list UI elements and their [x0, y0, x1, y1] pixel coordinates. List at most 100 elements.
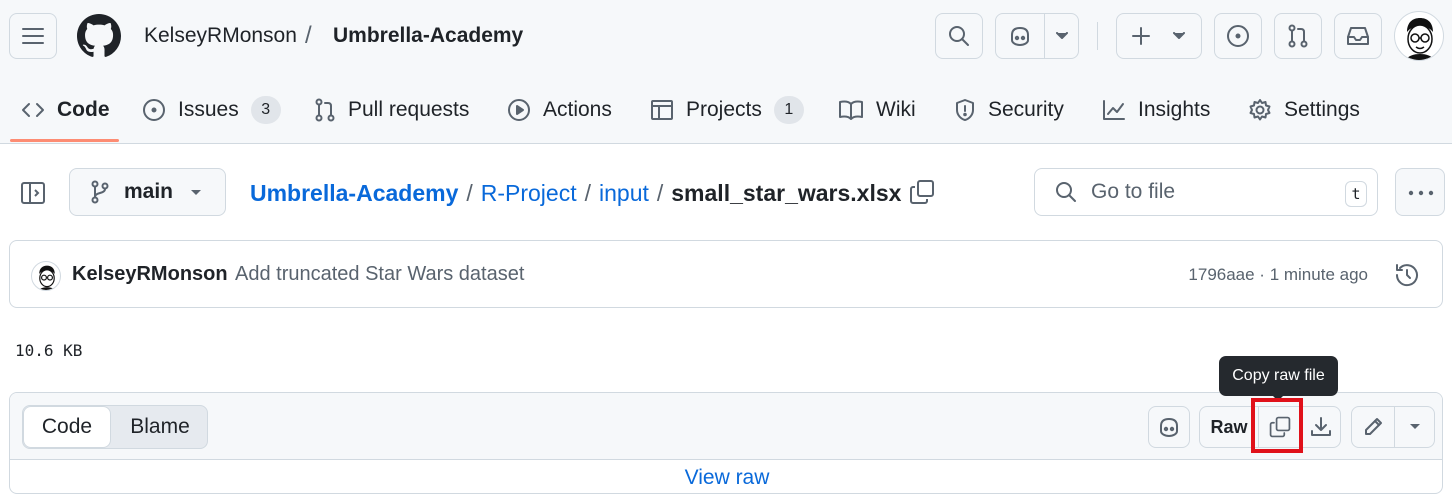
- sidebar-expand-icon: [21, 182, 45, 204]
- breadcrumb-folder-link[interactable]: R-Project: [481, 180, 577, 207]
- gear-icon: [1249, 99, 1271, 121]
- triangle-down-icon: [1410, 424, 1420, 429]
- view-mode-toggle: Code Blame: [22, 405, 208, 449]
- latest-commit-box: KelseyRMonson Add truncated Star Wars da…: [9, 240, 1443, 308]
- branch-name: main: [124, 180, 174, 203]
- search-button[interactable]: [935, 13, 983, 59]
- tab-code[interactable]: Code: [21, 86, 110, 134]
- tab-pull-requests[interactable]: Pull requests: [314, 86, 469, 134]
- issue-opened-icon: [143, 99, 165, 121]
- copilot-icon: [1011, 27, 1029, 46]
- repo-header: KelseyRMonson / Umbrella-Academy Code Is…: [0, 0, 1452, 144]
- repo-owner-link[interactable]: KelseyRMonson: [144, 24, 297, 48]
- inbox-icon: [1347, 27, 1369, 45]
- commit-hash-and-time[interactable]: 1796aae · 1 minute ago: [1188, 265, 1368, 285]
- copilot-button[interactable]: [995, 13, 1079, 59]
- copy-icon: [910, 180, 934, 204]
- tab-label: Pull requests: [348, 98, 470, 121]
- view-raw-link[interactable]: View raw: [10, 461, 1442, 493]
- kebab-horizontal-icon: [1408, 190, 1434, 196]
- shield-icon: [956, 99, 974, 121]
- tab-issues[interactable]: Issues 3: [142, 86, 281, 134]
- edit-file-button[interactable]: [1352, 407, 1394, 447]
- breadcrumb: Umbrella-Academy / R-Project / input / s…: [250, 180, 901, 207]
- code-view-button[interactable]: Code: [23, 406, 111, 448]
- branch-selector-button[interactable]: main: [69, 168, 226, 216]
- tab-insights[interactable]: Insights: [1102, 86, 1210, 134]
- go-to-file-placeholder: Go to file: [1091, 180, 1176, 203]
- breadcrumb-separator: /: [584, 180, 591, 206]
- copy-raw-file-tooltip: Copy raw file: [1219, 356, 1338, 396]
- issues-button[interactable]: [1214, 13, 1262, 59]
- tab-label: Issues: [178, 98, 239, 121]
- edit-options-dropdown[interactable]: [1395, 407, 1435, 447]
- plus-icon: [1132, 27, 1150, 45]
- repo-nav-tabs: Code Issues 3 Pull requests Actions Proj…: [0, 86, 1452, 144]
- copilot-ask-button[interactable]: [1148, 406, 1190, 448]
- avatar[interactable]: [1394, 11, 1444, 61]
- tab-settings[interactable]: Settings: [1248, 86, 1360, 134]
- pull-requests-button[interactable]: [1274, 13, 1322, 59]
- raw-button[interactable]: Raw: [1200, 407, 1258, 447]
- tab-label: Code: [57, 98, 110, 121]
- copilot-icon: [1160, 418, 1178, 437]
- download-raw-file-button[interactable]: [1301, 407, 1341, 447]
- tab-projects[interactable]: Projects 1: [650, 86, 804, 134]
- edit-button-group: [1351, 406, 1435, 448]
- projects-counter: 1: [773, 96, 804, 124]
- tab-label: Projects: [686, 98, 762, 121]
- breadcrumb-separator: /: [466, 180, 473, 206]
- file-size: 10.6 KB: [15, 341, 83, 360]
- breadcrumb-folder-link[interactable]: input: [599, 180, 649, 207]
- highlight-box: [1251, 398, 1303, 453]
- repo-name-link[interactable]: Umbrella-Academy: [333, 24, 523, 48]
- breadcrumb-separator: /: [656, 180, 664, 206]
- download-icon: [1311, 417, 1331, 436]
- keyboard-shortcut: t: [1345, 181, 1367, 207]
- commit-author-link[interactable]: KelseyRMonson: [72, 263, 228, 286]
- file-viewer: Code Blame Raw View raw: [9, 392, 1443, 494]
- graph-icon: [1103, 100, 1125, 120]
- tab-actions[interactable]: Actions: [507, 86, 612, 134]
- commit-message-link[interactable]: Add truncated Star Wars dataset: [235, 263, 524, 286]
- search-icon: [949, 26, 969, 46]
- breadcrumb-repo-link[interactable]: Umbrella-Academy: [250, 180, 458, 207]
- triangle-down-icon: [1173, 32, 1185, 39]
- sidebar-toggle-button[interactable]: [18, 178, 48, 208]
- tab-security[interactable]: Security: [954, 86, 1064, 134]
- blame-view-button[interactable]: Blame: [113, 406, 207, 448]
- tab-wiki[interactable]: Wiki: [838, 86, 916, 134]
- divider: [1044, 14, 1045, 58]
- issues-counter: 3: [250, 96, 281, 124]
- selected-tab-indicator: [10, 139, 119, 142]
- tab-label: Security: [988, 98, 1064, 121]
- table-icon: [651, 100, 673, 120]
- code-icon: [22, 103, 44, 117]
- git-pull-request-icon: [315, 98, 335, 122]
- file-viewer-header: Code Blame Raw: [10, 393, 1442, 460]
- history-icon[interactable]: [1394, 262, 1420, 288]
- divider: [1097, 22, 1098, 50]
- tab-label: Actions: [543, 98, 612, 121]
- tab-label: Settings: [1284, 98, 1360, 121]
- github-logo-icon[interactable]: [77, 14, 121, 58]
- tab-label: Wiki: [876, 98, 916, 121]
- more-options-button[interactable]: [1395, 168, 1445, 216]
- global-menu-button[interactable]: [9, 13, 57, 59]
- triangle-down-icon: [191, 190, 201, 195]
- go-to-file-input[interactable]: Go to file t: [1034, 168, 1378, 216]
- tab-label: Insights: [1138, 98, 1211, 121]
- git-pull-request-icon: [1288, 24, 1308, 48]
- search-icon: [1056, 182, 1076, 202]
- hamburger-icon: [22, 28, 44, 44]
- breadcrumb-file-name: small_star_wars.xlsx: [671, 180, 902, 206]
- issue-opened-icon: [1227, 25, 1249, 47]
- triangle-down-icon[interactable]: [1056, 32, 1068, 40]
- inbox-button[interactable]: [1334, 13, 1382, 59]
- path-separator: /: [305, 22, 312, 49]
- avatar[interactable]: [31, 261, 61, 291]
- create-new-button[interactable]: [1116, 13, 1202, 59]
- copy-path-button[interactable]: [908, 178, 936, 211]
- book-icon: [839, 100, 863, 120]
- git-branch-icon: [91, 180, 109, 204]
